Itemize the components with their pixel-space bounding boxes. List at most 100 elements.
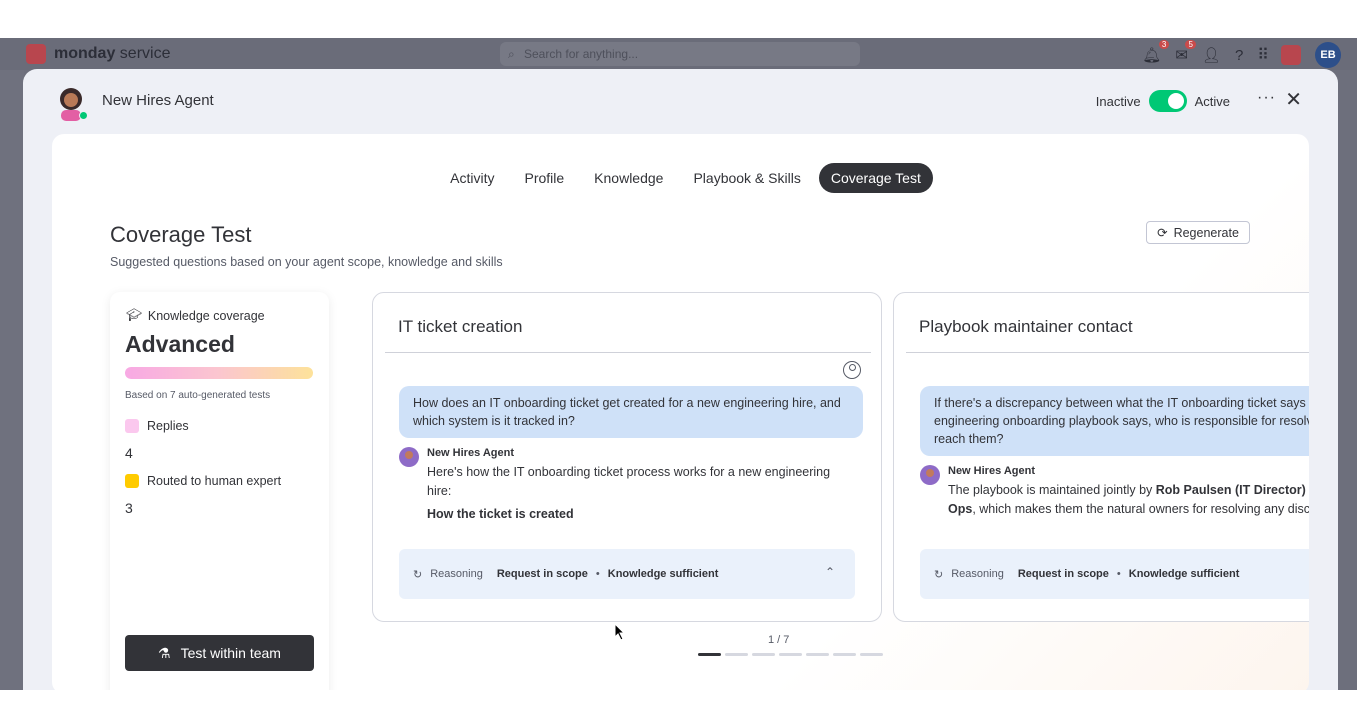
notifications-bell-icon[interactable]: 🔔︎ 3 (1142, 40, 1170, 64)
reasoning-label: Reasoning (430, 568, 483, 580)
toggle-knob (1167, 93, 1184, 109)
coverage-summary-card: 🎓︎ Knowledge coverage Advanced Based on … (110, 292, 329, 690)
tab-bar: Activity Profile Knowledge Playbook & Sk… (52, 163, 1309, 193)
agent-response: New Hires Agent The playbook is maintain… (920, 465, 1309, 519)
close-icon[interactable]: ✕ (1285, 87, 1302, 112)
tab-knowledge[interactable]: Knowledge (582, 163, 675, 193)
brand[interactable]: monday service (26, 44, 170, 64)
agent-response: New Hires Agent Here's how the IT onboar… (399, 447, 857, 521)
reasoning-knowledge: Knowledge sufficient (607, 568, 719, 580)
legend-routed-label: Routed to human expert (147, 474, 282, 488)
user-question-bubble: How does an IT onboarding ticket get cre… (399, 386, 863, 438)
bullet-separator: • (595, 568, 600, 580)
status-active-label: Active (1194, 93, 1230, 109)
legend-replies-swatch (125, 419, 139, 433)
brand-name: monday service (54, 45, 171, 62)
question-card-title: Playbook maintainer contact (919, 317, 1133, 336)
notifications-count: 3 (1158, 40, 1170, 49)
question-card-title: IT ticket creation (398, 317, 523, 336)
status-toggle-group: Inactive Active (1096, 90, 1230, 112)
pager-dot[interactable] (806, 653, 829, 656)
legend-replies-value: 4 (125, 445, 133, 461)
reasoning-label: Reasoning (951, 568, 1004, 580)
active-toggle[interactable] (1148, 90, 1187, 112)
user-avatar[interactable]: EB (1315, 42, 1341, 68)
product-switcher-icon[interactable] (1281, 45, 1301, 65)
app-topbar: monday service ⌕ Search for anything... … (0, 38, 1357, 70)
coverage-heading-label: Knowledge coverage (147, 308, 265, 323)
agent-response-text: The playbook is maintained jointly by Ro… (948, 483, 1309, 516)
coverage-bar (125, 367, 313, 379)
search-placeholder: Search for anything... (524, 47, 639, 61)
agent-name: New Hires Agent (102, 92, 214, 109)
coverage-based-on: Based on 7 auto-generated tests (125, 390, 271, 401)
pager-dots (698, 653, 883, 656)
agent-mini-avatar (920, 465, 940, 485)
pager-dot[interactable] (725, 653, 748, 656)
legend-routed: Routed to human expert (125, 474, 281, 488)
monday-logo-icon (26, 44, 46, 64)
agent-response-name: New Hires Agent (427, 447, 515, 459)
more-options-icon[interactable]: ··· (1257, 89, 1276, 107)
coverage-heading: 🎓︎ Knowledge coverage (126, 308, 265, 323)
reasoning-scope: Request in scope (1017, 568, 1109, 580)
regenerate-label: Regenerate (1173, 225, 1239, 240)
reasoning-icon: ↻ (934, 568, 944, 581)
background-sidebar (0, 70, 24, 690)
inbox-count: 5 (1185, 40, 1196, 49)
chevron-up-icon[interactable]: ⌃ (825, 565, 835, 579)
question-card[interactable]: IT ticket creation How does an IT onboar… (372, 292, 882, 622)
mouse-cursor-icon (614, 623, 626, 641)
legend-replies-label: Replies (147, 419, 189, 433)
regenerate-button[interactable]: ⟳ Regenerate (1146, 221, 1250, 244)
inbox-icon[interactable]: ✉︎ 5 (1175, 40, 1196, 64)
online-status-dot (79, 111, 88, 120)
search-input[interactable]: ⌕ Search for anything... (500, 42, 860, 66)
agent-mini-avatar (399, 447, 419, 467)
status-inactive-label: Inactive (1095, 93, 1141, 109)
page-subtitle: Suggested questions based on your agent … (110, 255, 503, 269)
tab-playbook-skills[interactable]: Playbook & Skills (681, 163, 812, 193)
agent-response-name: New Hires Agent (948, 465, 1036, 477)
search-icon: ⌕ (508, 47, 515, 61)
test-within-team-button[interactable]: ⚗︎ Test within team (125, 635, 314, 671)
legend-replies: Replies (125, 419, 189, 433)
reasoning-knowledge: Knowledge sufficient (1128, 568, 1240, 580)
agent-response-text: Here's how the IT onboarding ticket proc… (427, 465, 831, 498)
help-icon[interactable]: ? (1235, 47, 1243, 64)
pager-dot[interactable] (698, 653, 721, 656)
tab-activity[interactable]: Activity (438, 163, 506, 193)
pager-dot[interactable] (860, 653, 883, 656)
reasoning-bar[interactable]: ↻ Reasoning Request in scope • Knowledge… (920, 549, 1309, 599)
bullet-separator: • (1116, 568, 1121, 580)
coverage-level: Advanced (125, 331, 235, 357)
pager-dot[interactable] (833, 653, 856, 656)
pager-dot[interactable] (752, 653, 775, 656)
refresh-icon: ⟳ (1157, 226, 1168, 240)
user-question-bubble: If there's a discrepancy between what th… (920, 386, 1309, 456)
graduation-cap-icon: 🎓︎ (126, 308, 142, 322)
reasoning-scope: Request in scope (496, 568, 588, 580)
divider (385, 352, 871, 353)
pager-text: 1 / 7 (768, 634, 790, 646)
invite-user-icon[interactable]: 👤︎ (1202, 46, 1221, 64)
top-icons: 🔔︎ 3 ✉︎ 5 👤︎ ? ⠿ EB (1142, 40, 1341, 68)
tab-coverage-test[interactable]: Coverage Test (818, 163, 933, 193)
modal-header: New Hires Agent Inactive Active ··· ✕ (23, 69, 1338, 133)
test-button-label: Test within team (180, 645, 281, 661)
tab-profile[interactable]: Profile (512, 163, 576, 193)
agent-modal: New Hires Agent Inactive Active ··· ✕ Ac… (23, 69, 1338, 690)
legend-routed-value: 3 (125, 500, 133, 516)
user-circle-icon (843, 361, 861, 379)
page-title: Coverage Test (110, 222, 252, 247)
content-panel: Activity Profile Knowledge Playbook & Sk… (52, 134, 1309, 690)
apps-grid-icon[interactable]: ⠿ (1257, 45, 1269, 65)
agent-response-heading: How the ticket is created (427, 507, 574, 521)
reasoning-icon: ↻ (413, 568, 423, 581)
legend-routed-swatch (125, 474, 139, 488)
pager-dot[interactable] (779, 653, 802, 656)
reasoning-bar[interactable]: ↻ Reasoning Request in scope • Knowledge… (399, 549, 855, 599)
flask-icon: ⚗︎ (158, 644, 171, 661)
divider (906, 352, 1309, 353)
question-card[interactable]: Playbook maintainer contact If there's a… (893, 292, 1309, 622)
